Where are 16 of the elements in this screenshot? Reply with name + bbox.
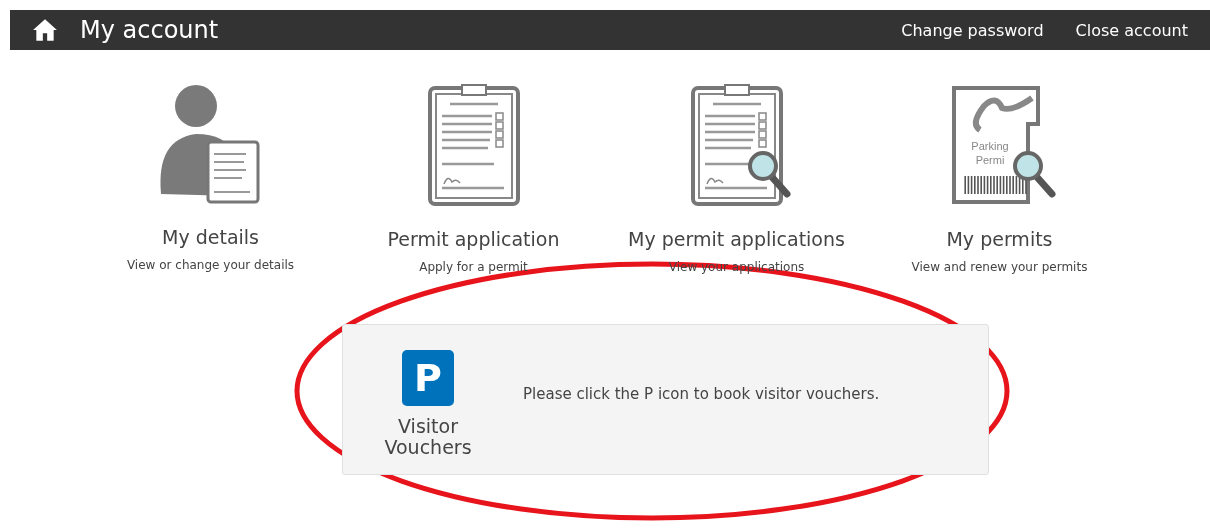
tile-subtitle: View or change your details [126, 258, 295, 272]
home-icon[interactable] [32, 18, 58, 42]
parking-button[interactable]: P [402, 349, 454, 406]
ticket-text: Permi [975, 154, 1004, 166]
tile-title[interactable]: My details [162, 226, 259, 248]
header-link[interactable]: Close account [1075, 20, 1188, 40]
page-title: My account [80, 16, 219, 44]
voucher-label: Visitor Vouchers [383, 415, 473, 458]
voucher-message: Please click the P icon to book visitor vouchers. [523, 384, 880, 403]
tile-title[interactable]: My permit applications [628, 228, 845, 250]
ticket-text: Parking [970, 140, 1009, 152]
tile-title[interactable]: Permit application [387, 228, 560, 250]
tile-subtitle: View and renew your permits [911, 260, 1088, 274]
tile-title[interactable]: My permits [946, 228, 1053, 250]
header-link[interactable]: Change password [901, 20, 1044, 40]
tile-subtitle: Apply for a permit [419, 260, 528, 274]
